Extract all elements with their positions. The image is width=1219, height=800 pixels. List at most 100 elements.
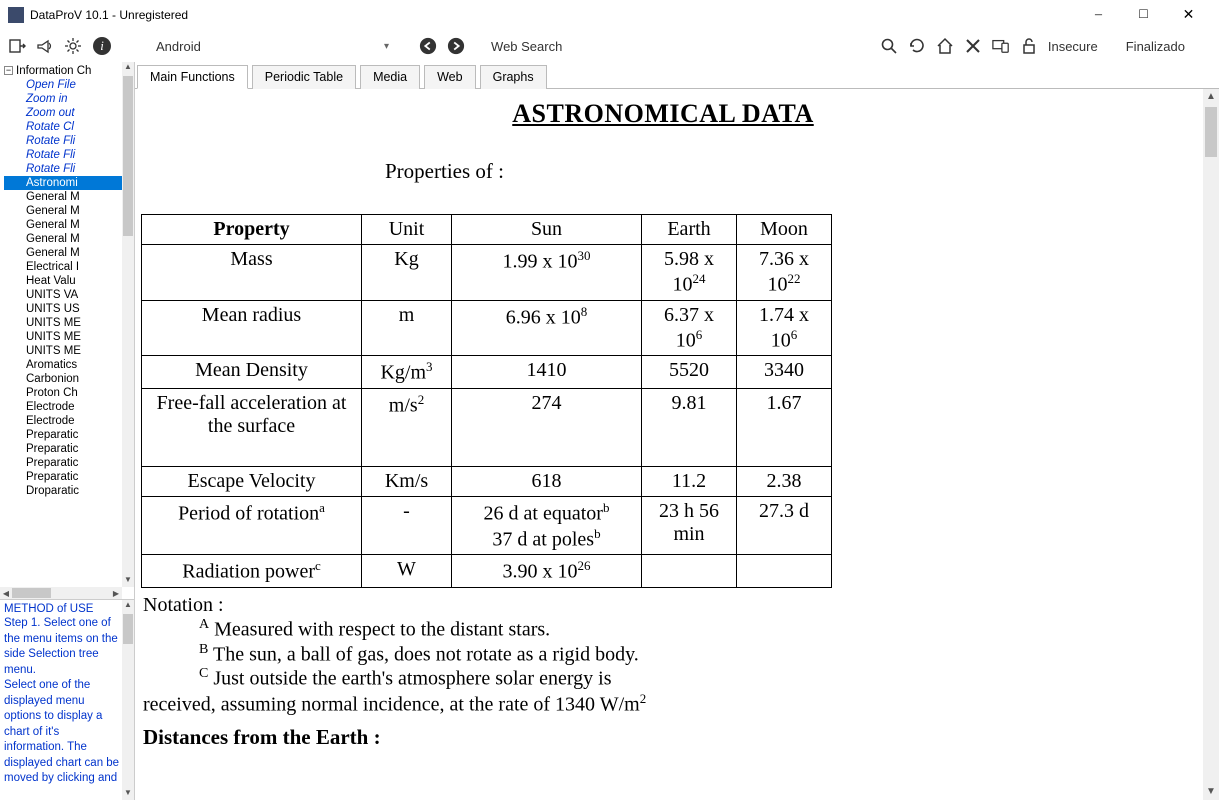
help-vertical-scrollbar[interactable]: ▲ ▼: [122, 600, 134, 800]
finalizado-label[interactable]: Finalizado: [1126, 39, 1185, 54]
scroll-thumb[interactable]: [123, 76, 133, 236]
table-cell: 23 h 56 min: [642, 496, 737, 554]
scroll-up-icon[interactable]: ▲: [1203, 89, 1219, 105]
table-cell: 274: [452, 388, 642, 466]
table-cell: Km/s: [362, 466, 452, 496]
tree-item[interactable]: Rotate Fli: [4, 162, 122, 176]
window-minimize-button[interactable]: –: [1076, 1, 1121, 29]
tree-pane: −Information Ch Open FileZoom inZoom out…: [0, 62, 134, 600]
tree-item[interactable]: Electrode: [4, 414, 122, 428]
tree-item[interactable]: Carbonion: [4, 372, 122, 386]
table-cell: m: [362, 300, 452, 356]
close-icon[interactable]: [964, 37, 982, 55]
tree-item[interactable]: Heat Valu: [4, 274, 122, 288]
svg-text:i: i: [100, 38, 104, 53]
scroll-up-icon[interactable]: ▲: [122, 62, 134, 74]
tree-item[interactable]: Preparatic: [4, 428, 122, 442]
gear-icon[interactable]: [64, 37, 82, 55]
tree-item[interactable]: Rotate Fli: [4, 148, 122, 162]
tree-item[interactable]: Preparatic: [4, 456, 122, 470]
tab-periodic[interactable]: Periodic Table: [252, 65, 356, 89]
scroll-right-icon[interactable]: ▶: [110, 589, 122, 598]
tree-item[interactable]: UNITS ME: [4, 330, 122, 344]
info-icon[interactable]: i: [92, 36, 112, 56]
scroll-thumb[interactable]: [123, 614, 133, 644]
tree-item[interactable]: Preparatic: [4, 442, 122, 456]
table-cell: 1410: [452, 356, 642, 389]
table-cell: 3.90 x 1026: [452, 555, 642, 588]
tree-item[interactable]: Astronomi: [4, 176, 122, 190]
help-pane: METHOD of USE Step 1. Select one of the …: [0, 600, 134, 800]
tree-item[interactable]: UNITS ME: [4, 316, 122, 330]
scroll-down-icon[interactable]: ▼: [122, 575, 134, 587]
tree-item[interactable]: Preparatic: [4, 470, 122, 484]
tree-item[interactable]: General M: [4, 232, 122, 246]
devices-icon[interactable]: [992, 37, 1010, 55]
tree-item[interactable]: Electrode: [4, 400, 122, 414]
table-header: Unit: [362, 215, 452, 245]
table-row: Escape VelocityKm/s61811.22.38: [142, 466, 832, 496]
tab-main[interactable]: Main Functions: [137, 65, 248, 89]
tree-item[interactable]: Electrical I: [4, 260, 122, 274]
table-cell: [642, 555, 737, 588]
nav-forward-button[interactable]: [447, 37, 465, 55]
window-close-button[interactable]: ✕: [1166, 1, 1211, 29]
scroll-thumb[interactable]: [1205, 107, 1217, 157]
table-cell: Free-fall acceleration at the surface: [142, 388, 362, 466]
tree-item[interactable]: UNITS VA: [4, 288, 122, 302]
tree-item[interactable]: Droparatic: [4, 484, 122, 498]
search-icon[interactable]: [880, 37, 898, 55]
tree-item[interactable]: Zoom in: [4, 92, 122, 106]
scroll-left-icon[interactable]: ◀: [0, 589, 12, 598]
websearch-label[interactable]: Web Search: [491, 39, 562, 54]
table-cell: 1.74 x 106: [737, 300, 832, 356]
tree-item[interactable]: UNITS US: [4, 302, 122, 316]
home-icon[interactable]: [936, 37, 954, 55]
nav-back-button[interactable]: [419, 37, 437, 55]
tree-item[interactable]: General M: [4, 218, 122, 232]
table-cell: -: [362, 496, 452, 554]
tree-item[interactable]: Rotate Fli: [4, 134, 122, 148]
scroll-up-icon[interactable]: ▲: [122, 600, 134, 612]
table-row: Period of rotationa-26 d at equatorb37 d…: [142, 496, 832, 554]
tree-item[interactable]: Open File: [4, 78, 122, 92]
tree-item[interactable]: Proton Ch: [4, 386, 122, 400]
tab-graphs[interactable]: Graphs: [480, 65, 547, 89]
platform-select[interactable]: Android: [150, 39, 370, 54]
tab-media[interactable]: Media: [360, 65, 420, 89]
chevron-down-icon[interactable]: ▾: [380, 41, 393, 52]
tree-item[interactable]: General M: [4, 190, 122, 204]
refresh-icon[interactable]: [908, 37, 926, 55]
scroll-down-icon[interactable]: ▼: [122, 788, 134, 800]
table-cell: 5.98 x 1024: [642, 245, 737, 301]
table-cell: Mean Density: [142, 356, 362, 389]
window-titlebar: DataProV 10.1 - Unregistered – □ ✕: [0, 0, 1219, 30]
scroll-thumb[interactable]: [12, 588, 51, 598]
lock-open-icon[interactable]: [1020, 37, 1038, 55]
scroll-down-icon[interactable]: ▼: [1203, 784, 1219, 800]
table-cell: 27.3 d: [737, 496, 832, 554]
table-row: Free-fall acceleration at the surfacem/s…: [142, 388, 832, 466]
footnote-c-line2: received, assuming normal incidence, at …: [143, 691, 1191, 717]
document-vertical-scrollbar[interactable]: ▲ ▼: [1203, 89, 1219, 800]
tree-vertical-scrollbar[interactable]: ▲ ▼: [122, 62, 134, 587]
tree-item[interactable]: Zoom out: [4, 106, 122, 120]
table-cell: 1.67: [737, 388, 832, 466]
tree-item[interactable]: Rotate Cl: [4, 120, 122, 134]
insecure-label: Insecure: [1048, 39, 1098, 54]
table-cell: 9.81: [642, 388, 737, 466]
export-icon[interactable]: [8, 37, 26, 55]
tree-horizontal-scrollbar[interactable]: ◀ ▶: [0, 587, 122, 599]
megaphone-icon[interactable]: [36, 37, 54, 55]
window-maximize-button[interactable]: □: [1121, 1, 1166, 29]
tree-item[interactable]: General M: [4, 246, 122, 260]
tree-item[interactable]: UNITS ME: [4, 344, 122, 358]
tree-item[interactable]: General M: [4, 204, 122, 218]
tree-item[interactable]: Aromatics: [4, 358, 122, 372]
collapse-icon[interactable]: −: [4, 66, 13, 75]
table-cell: 5520: [642, 356, 737, 389]
tab-web[interactable]: Web: [424, 65, 475, 89]
tree-root[interactable]: −Information Ch: [4, 64, 122, 78]
window-title: DataProV 10.1 - Unregistered: [30, 8, 1076, 22]
table-row: Mean radiusm6.96 x 1086.37 x 1061.74 x 1…: [142, 300, 832, 356]
